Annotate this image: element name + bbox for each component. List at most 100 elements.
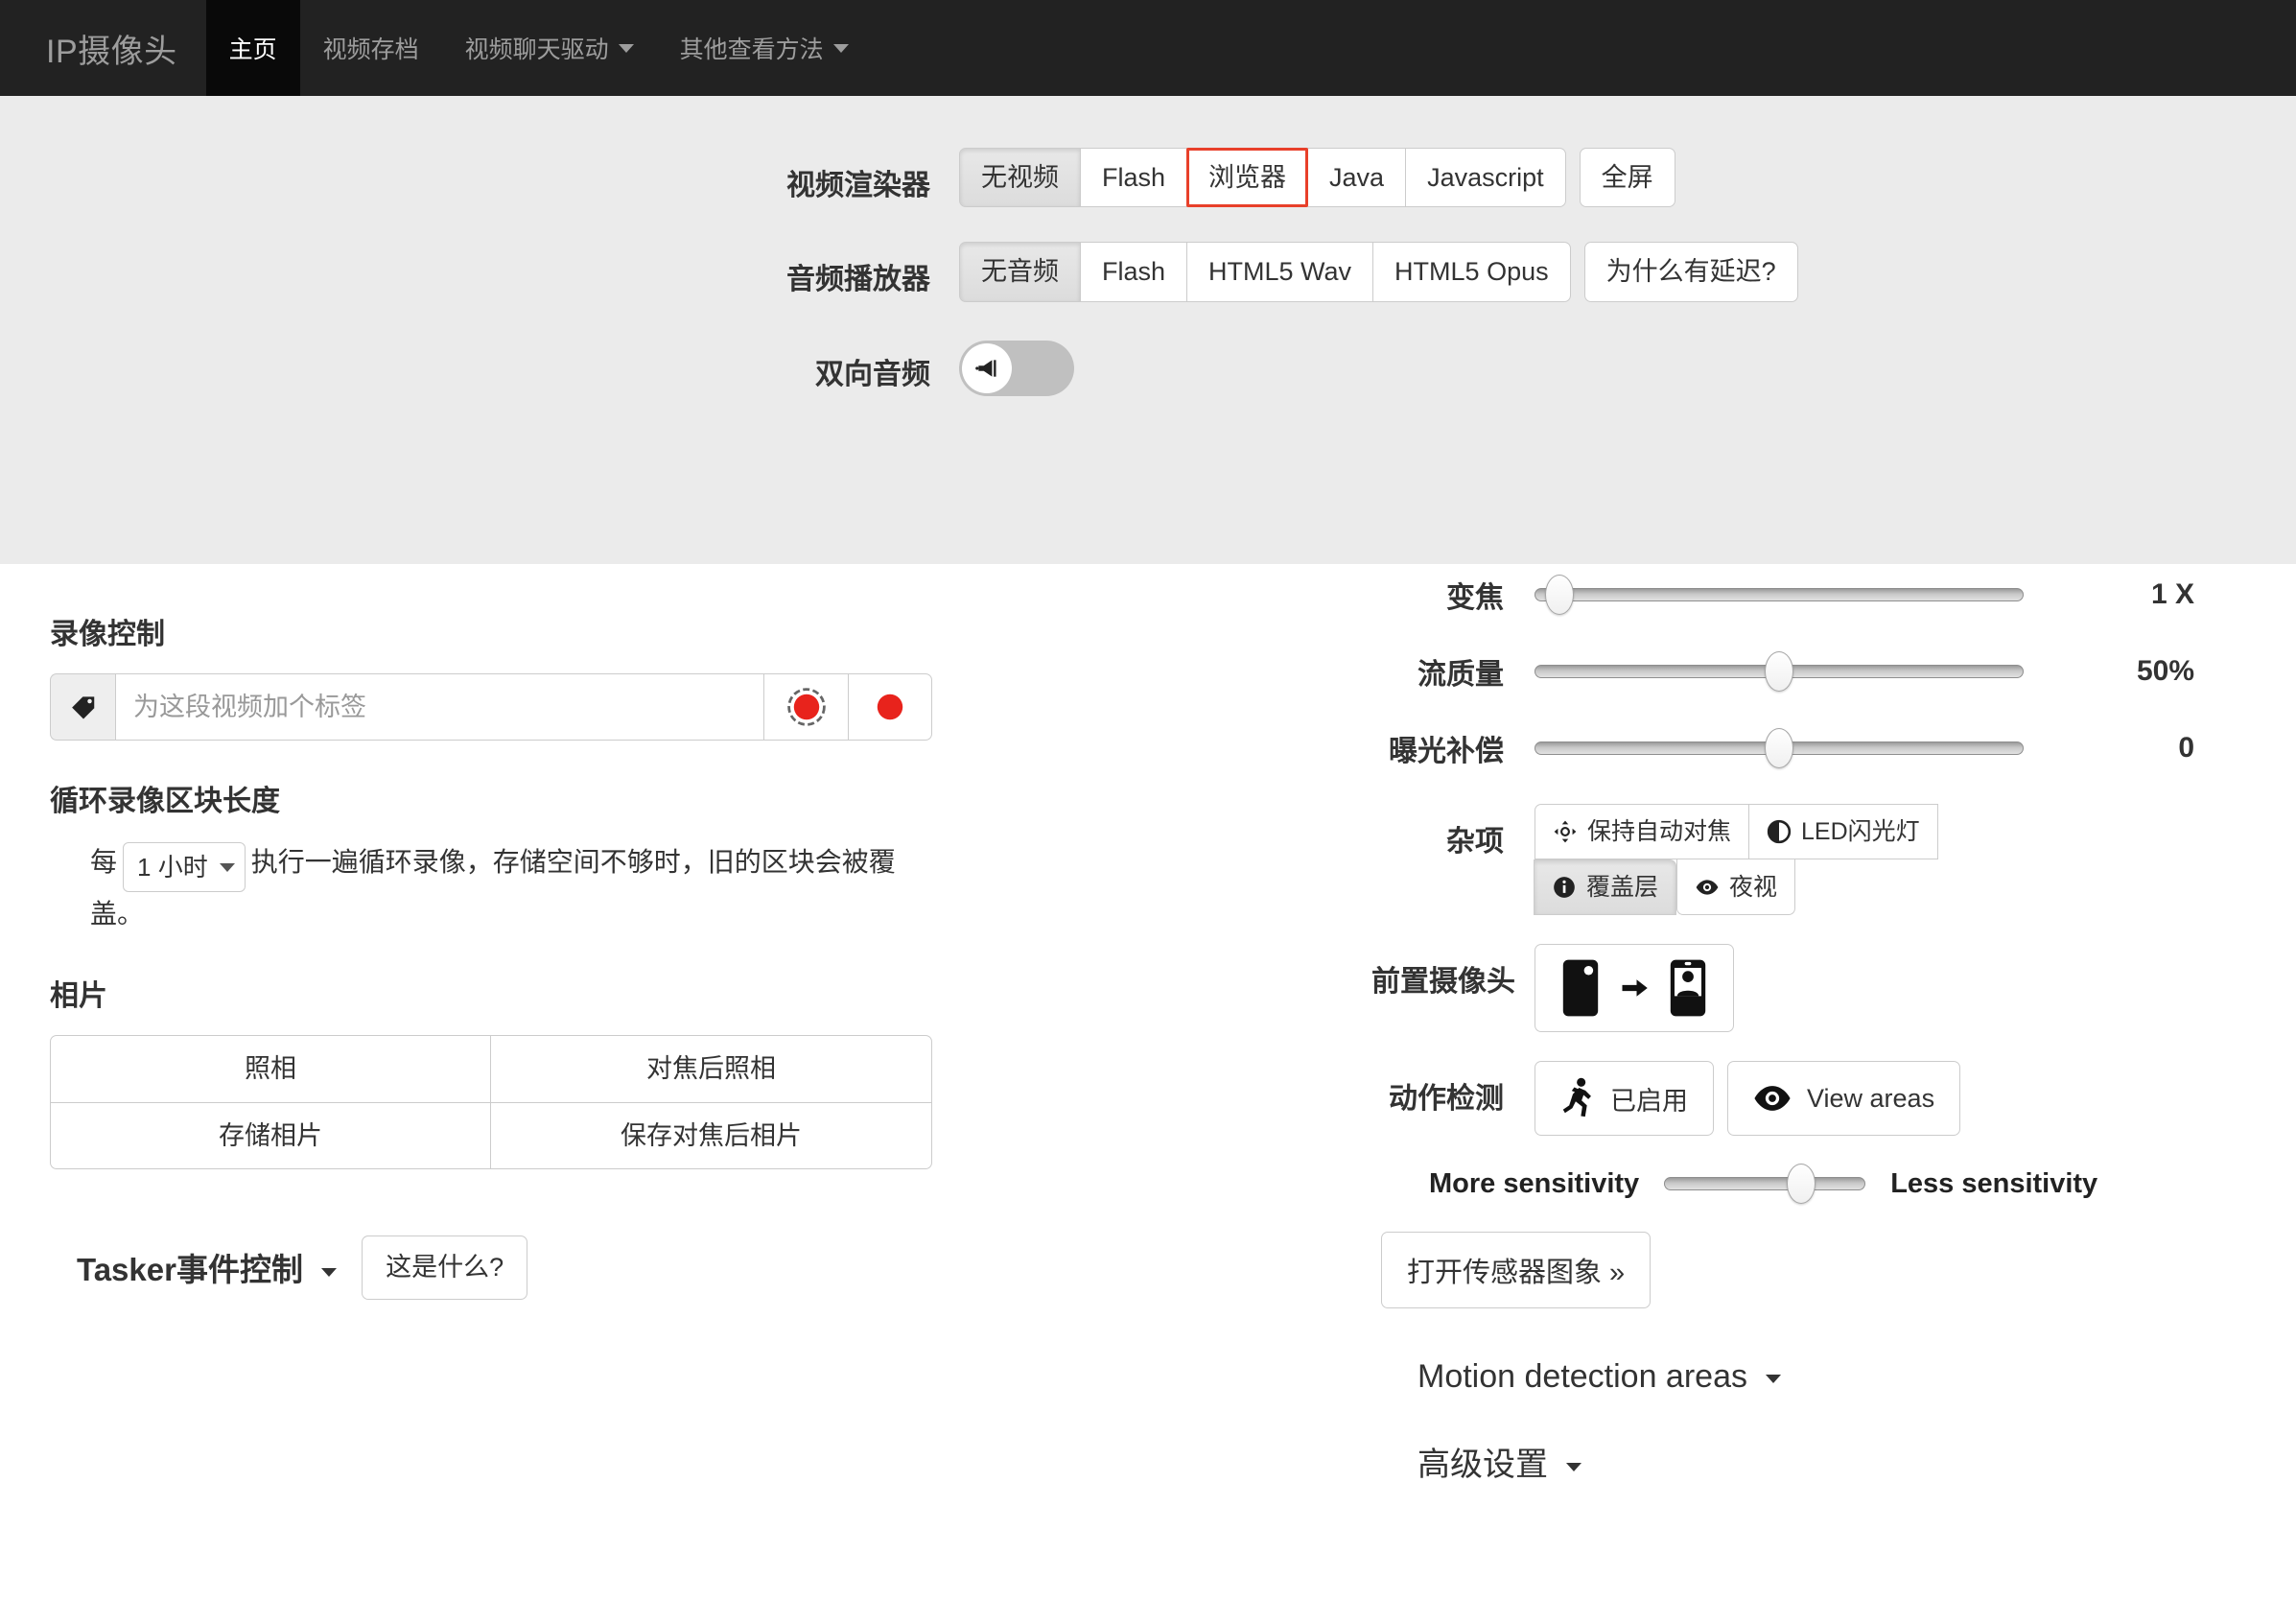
running-person-icon (1562, 1077, 1591, 1118)
overlay-button[interactable]: 覆盖层 (1534, 859, 1677, 915)
sensor-graph-row: 打开传感器图象 » (1371, 1232, 2296, 1308)
advanced-settings-collapsible[interactable]: 高级设置 (1371, 1438, 2296, 1485)
nav-item-other-view-methods[interactable]: 其他查看方法 (657, 0, 872, 96)
audio-player-option-html5-wav[interactable]: HTML5 Wav (1186, 242, 1374, 302)
view-areas-button[interactable]: View areas (1727, 1061, 1961, 1136)
video-renderer-option-none[interactable]: 无视频 (959, 148, 1081, 208)
record-with-ring-button[interactable] (763, 673, 848, 741)
slider-thumb[interactable] (1786, 1164, 1816, 1204)
less-sensitivity-label: Less sensitivity (1890, 1167, 2098, 1199)
brand-logo[interactable]: IP摄像头 (0, 0, 206, 96)
photos-heading: 相片 (50, 980, 107, 1013)
audio-player-row: 音频播放器 无音频 Flash HTML5 Wav HTML5 Opus 为什么… (0, 242, 2296, 302)
nav-item-video-chat-drivers-label: 视频聊天驱动 (464, 36, 609, 63)
stream-quality-slider[interactable] (1535, 651, 2024, 692)
why-delay-button[interactable]: 为什么有延迟? (1583, 242, 1798, 302)
nav-item-video-archive[interactable]: 视频存档 (300, 0, 442, 96)
settings-panel: 视频渲染器 无视频 Flash 浏览器 Java Javascript 全屏 音… (0, 96, 2296, 564)
phone-back-icon (1562, 959, 1599, 1017)
keep-autofocus-button[interactable]: 保持自动对焦 (1535, 804, 1750, 859)
eye-icon (1696, 879, 1719, 895)
sensitivity-slider[interactable] (1664, 1164, 1866, 1204)
save-photo-button[interactable]: 存储相片 (50, 1101, 491, 1170)
zoom-label: 变焦 (1446, 582, 1504, 614)
loop-prefix-text: 每 (90, 847, 118, 877)
slider-track (1664, 1177, 1866, 1190)
tasker-title[interactable]: Tasker事件控制 (77, 1244, 338, 1290)
nav-item-home-label: 主页 (228, 36, 277, 63)
exposure-compensation-row: 曝光补偿 0 (1371, 727, 2296, 769)
megaphone-icon (975, 360, 996, 377)
motion-detection-enabled-label: 已启用 (1610, 1086, 1688, 1116)
slider-thumb[interactable] (1765, 651, 1793, 692)
loop-recording-heading: 循环录像区块长度 (50, 786, 280, 817)
night-vision-label: 夜视 (1729, 873, 1778, 901)
chevron-down-icon (1766, 1374, 1782, 1383)
exposure-compensation-label: 曝光补偿 (1389, 736, 1504, 767)
two-way-audio-toggle[interactable] (959, 340, 1074, 396)
take-photo-after-focus-button[interactable]: 对焦后照相 (490, 1035, 932, 1103)
nav-item-video-chat-drivers[interactable]: 视频聊天驱动 (442, 0, 657, 96)
misc-label: 杂项 (1446, 826, 1504, 858)
video-renderer-option-browser[interactable]: 浏览器 (1186, 148, 1309, 208)
misc-row: 杂项 保持自动对焦 LED闪光灯 覆盖层 夜视 (1371, 804, 2296, 915)
audio-player-option-flash[interactable]: Flash (1080, 242, 1188, 302)
tag-icon (50, 673, 115, 741)
video-renderer-option-flash[interactable]: Flash (1080, 148, 1188, 208)
slider-thumb[interactable] (1765, 728, 1793, 768)
loop-recording-description: 每1 小时 执行一遍循环录像，存储空间不够时，旧的区块会被覆盖。 (50, 840, 942, 935)
arrow-right-icon (1622, 979, 1648, 997)
tasker-title-label: Tasker事件控制 (77, 1252, 303, 1288)
chevron-down-icon (321, 1268, 338, 1278)
motion-detection-enabled-button[interactable]: 已启用 (1535, 1061, 1714, 1136)
recording-tag-input[interactable] (115, 673, 763, 741)
toggle-knob (962, 342, 1012, 393)
open-sensor-graph-button[interactable]: 打开传感器图象 » (1381, 1232, 1652, 1308)
loop-duration-value: 1 小时 (137, 853, 208, 882)
video-renderer-option-javascript[interactable]: Javascript (1405, 148, 1566, 208)
exposure-compensation-slider[interactable] (1535, 728, 2024, 768)
zoom-slider[interactable] (1535, 575, 2024, 615)
fullscreen-button[interactable]: 全屏 (1579, 148, 1675, 208)
audio-player-option-none[interactable]: 无音频 (959, 242, 1081, 302)
record-ring-icon (786, 688, 826, 726)
front-camera-switch-button[interactable] (1535, 944, 1734, 1032)
recording-control-heading: 录像控制 (50, 619, 165, 650)
audio-player-option-html5-opus[interactable]: HTML5 Opus (1372, 242, 1571, 302)
motion-detection-row: 动作检测 已启用 View areas (1371, 1061, 2296, 1136)
led-flash-button[interactable]: LED闪光灯 (1748, 804, 1938, 859)
nav-item-other-view-methods-label: 其他查看方法 (679, 36, 824, 63)
audio-player-label: 音频播放器 (786, 264, 930, 296)
nav-item-home[interactable]: 主页 (205, 0, 300, 96)
recording-tag-group (50, 673, 932, 741)
stream-quality-label: 流质量 (1417, 659, 1504, 691)
stream-quality-row: 流质量 50% (1371, 650, 2296, 693)
misc-button-group: 保持自动对焦 LED闪光灯 覆盖层 夜视 (1534, 804, 2072, 915)
video-renderer-group: 无视频 Flash 浏览器 Java Javascript (959, 148, 1566, 208)
record-button[interactable] (848, 673, 932, 741)
two-way-audio-label: 双向音频 (815, 358, 930, 390)
night-vision-button[interactable]: 夜视 (1676, 859, 1796, 915)
tasker-section: Tasker事件控制 这是什么? (50, 1235, 1352, 1300)
two-way-audio-row: 双向音频 (0, 337, 2296, 396)
tasker-help-button[interactable]: 这是什么? (362, 1235, 528, 1300)
loop-duration-select[interactable]: 1 小时 (123, 842, 246, 893)
motion-detection-areas-collapsible[interactable]: Motion detection areas (1371, 1358, 2296, 1396)
save-photo-after-focus-button[interactable]: 保存对焦后相片 (490, 1101, 932, 1170)
focus-crosshair-icon (1554, 820, 1577, 843)
chevron-down-icon (1566, 1462, 1582, 1471)
phone-selfie-icon (1670, 959, 1706, 1017)
half-circle-icon (1767, 819, 1792, 844)
audio-player-group: 无音频 Flash HTML5 Wav HTML5 Opus (959, 242, 1571, 302)
eye-open-icon (1754, 1086, 1791, 1111)
exposure-compensation-value: 0 (2178, 732, 2194, 764)
led-flash-label: LED闪光灯 (1801, 818, 1920, 845)
video-renderer-label: 视频渲染器 (786, 170, 930, 201)
main-body: 录像控制 循环录像区块长度 每 (0, 564, 2296, 1485)
take-photo-button[interactable]: 照相 (50, 1035, 491, 1103)
record-dot-icon (877, 694, 903, 720)
video-renderer-option-java[interactable]: Java (1307, 148, 1407, 208)
slider-thumb[interactable] (1544, 575, 1574, 615)
top-navbar: IP摄像头 主页 视频存档 视频聊天驱动 其他查看方法 (0, 0, 2296, 96)
left-column: 录像控制 循环录像区块长度 每 (0, 574, 1371, 1485)
